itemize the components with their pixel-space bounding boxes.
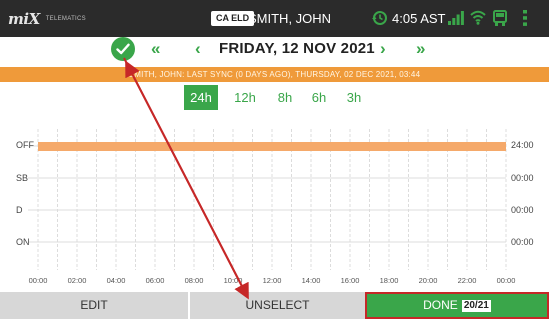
row-label-d: D bbox=[16, 205, 23, 215]
row-total-on: 00:00 bbox=[511, 237, 534, 247]
duty-status-bar-off bbox=[38, 142, 506, 151]
row-label-on: ON bbox=[16, 237, 30, 247]
edit-button[interactable]: EDIT bbox=[0, 292, 188, 319]
hour-label: 06:00 bbox=[145, 276, 165, 285]
hour-label: 20:00 bbox=[418, 276, 438, 285]
row-label-sb: SB bbox=[16, 173, 29, 183]
done-count-badge: 20/21 bbox=[461, 300, 491, 312]
row-total-d: 00:00 bbox=[511, 205, 534, 215]
hour-label: 18:00 bbox=[379, 276, 399, 285]
hour-label: 02:00 bbox=[67, 276, 87, 285]
hour-label: 00:00 bbox=[28, 276, 48, 285]
hour-label: 12:00 bbox=[262, 276, 282, 285]
hour-label: 04:00 bbox=[106, 276, 126, 285]
unselect-button[interactable]: UNSELECT bbox=[190, 292, 365, 319]
done-label: DONE bbox=[423, 298, 458, 312]
hour-label: 22:00 bbox=[457, 276, 477, 285]
done-button[interactable]: DONE 20/21 bbox=[365, 292, 549, 319]
row-total-off: 24:00 bbox=[511, 140, 534, 150]
hour-label: 16:00 bbox=[340, 276, 360, 285]
hour-label: 00:00 bbox=[496, 276, 516, 285]
hour-label: 08:00 bbox=[184, 276, 204, 285]
hour-label: 10:00 bbox=[223, 276, 243, 285]
row-label-off: OFF bbox=[16, 140, 34, 150]
row-total-sb: 00:00 bbox=[511, 173, 534, 183]
duty-status-grid[interactable] bbox=[0, 0, 549, 292]
hour-label: 14:00 bbox=[301, 276, 321, 285]
